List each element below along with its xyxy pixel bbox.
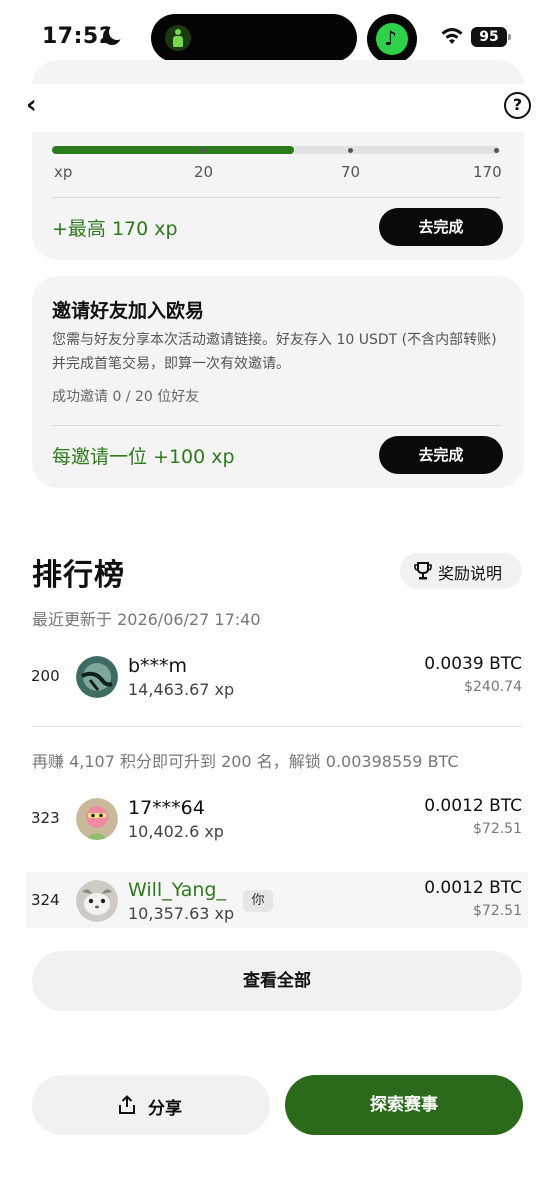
reward-info-label: 奖励说明 [438, 564, 503, 583]
leaderboard-row[interactable]: 323 17***64 10,402.6 xp 0.0012 BTC $72.5… [26, 790, 528, 846]
usd-reward: $72.51 [473, 821, 522, 837]
music-activity-bubble [367, 14, 417, 64]
xp-tick-label: 70 [341, 163, 361, 181]
user-xp: 10,357.63 xp [128, 904, 235, 923]
avatar [76, 880, 118, 922]
fitness-activity-icon [165, 25, 191, 51]
progress-tick [348, 148, 353, 153]
rank: 323 [31, 809, 60, 827]
invite-count: 成功邀请 0 / 20 位好友 [52, 389, 200, 405]
invite-reward-text: 每邀请一位 +100 xp [52, 446, 235, 468]
usd-reward: $240.74 [464, 679, 522, 695]
xp-axis-label: xp [54, 163, 73, 181]
progress-fill [52, 146, 294, 154]
battery-icon: 95 [471, 27, 511, 47]
progress-tick [201, 148, 206, 153]
last-updated: 最近更新于 2026/06/27 17:40 [32, 610, 261, 629]
avatar [76, 798, 118, 840]
username: b***m [128, 655, 188, 677]
divider [52, 197, 502, 198]
avatar [76, 656, 118, 698]
share-label: 分享 [148, 1099, 182, 1119]
usd-reward: $72.51 [473, 903, 522, 919]
progress-tick [494, 148, 499, 153]
reward-info-button[interactable]: 奖励说明 [400, 553, 522, 589]
share-button[interactable]: 分享 [32, 1075, 270, 1135]
view-all-button[interactable]: 查看全部 [32, 951, 522, 1011]
trade-reward-text: +最高 170 xp [52, 218, 178, 240]
leaderboard-title: 排行榜 [32, 558, 125, 593]
btc-reward: 0.0012 BTC [424, 796, 522, 816]
header-mask [0, 84, 554, 132]
xp-tick-label: 170 [473, 163, 502, 181]
help-icon[interactable]: ? [504, 92, 531, 119]
btc-reward: 0.0012 BTC [424, 878, 522, 898]
wifi-icon [441, 28, 463, 44]
share-icon [119, 1095, 135, 1114]
complete-invite-button[interactable]: 去完成 [379, 436, 503, 474]
dynamic-island [151, 14, 357, 62]
complete-trades-button[interactable]: 去完成 [379, 208, 503, 246]
explore-events-button[interactable]: 探索赛事 [285, 1075, 523, 1135]
btc-reward: 0.0039 BTC [424, 654, 522, 674]
invite-description: 您需与好友分享本次活动邀请链接。好友存入 10 USDT (不含内部转账) 并完… [52, 332, 497, 372]
progress-track [52, 146, 500, 154]
unlock-hint: 再赚 4,107 积分即可升到 200 名，解锁 0.00398559 BTC [32, 752, 459, 771]
moon-icon [103, 24, 125, 45]
divider [32, 726, 522, 727]
user-xp: 10,402.6 xp [128, 822, 224, 841]
user-xp: 14,463.67 xp [128, 680, 235, 699]
divider [52, 425, 502, 426]
username: Will_Yang_ [128, 879, 226, 901]
invite-title: 邀请好友加入欧易 [52, 300, 205, 322]
you-badge: 你 [243, 890, 273, 912]
username: 17***64 [128, 797, 205, 819]
music-icon [376, 23, 408, 55]
leaderboard-row[interactable]: 200 b***m 14,463.67 xp 0.0039 BTC $240.7… [26, 648, 528, 704]
xp-tick-label: 20 [194, 163, 214, 181]
leaderboard-row-current-user[interactable]: 324 Will_Yang_ 10,357.63 xp 你 0.0012 BTC… [26, 872, 528, 928]
back-arrow-icon[interactable]: ‹ [26, 92, 50, 118]
rank: 324 [31, 891, 60, 909]
rank: 200 [31, 667, 60, 685]
trophy-icon [414, 562, 432, 580]
